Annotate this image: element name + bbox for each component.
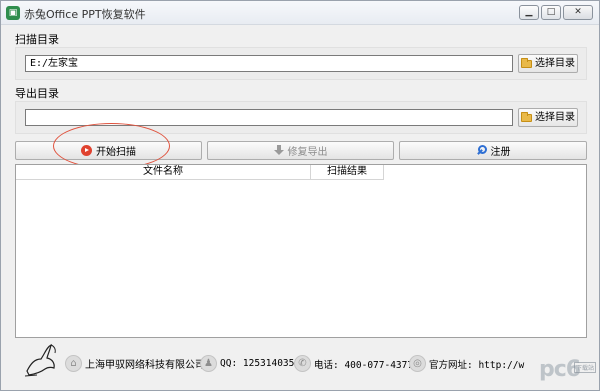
footer-phone: ✆ 电话: 400-077-4377 — [294, 355, 413, 372]
column-header-scan-result[interactable]: 扫描结果 — [311, 165, 384, 180]
building-icon: ⌂ — [65, 355, 82, 372]
scan-dir-browse-label: 选择目录 — [535, 58, 575, 69]
footer-company: ⌂ 上海甲驭网络科技有限公司 — [65, 355, 205, 372]
globe-icon: ◎ — [409, 355, 426, 372]
maximize-button[interactable]: □ — [541, 5, 561, 20]
company-name: 上海甲驭网络科技有限公司 — [85, 360, 205, 371]
export-dir-input[interactable] — [25, 109, 513, 126]
scan-dir-browse-button[interactable]: 选择目录 — [518, 54, 578, 73]
export-dir-browse-label: 选择目录 — [535, 112, 575, 123]
start-scan-label: 开始扫描 — [96, 147, 136, 158]
repair-export-button[interactable]: 修复导出 — [207, 141, 394, 160]
key-icon — [476, 145, 487, 156]
watermark-subtext: 下载站 — [574, 362, 597, 373]
window-title: 赤兔Office PPT恢复软件 — [24, 8, 146, 21]
play-icon — [81, 145, 92, 156]
phone-number: 电话: 400-077-4377 — [314, 359, 414, 371]
pc6-watermark: pc6 下载站 — [539, 357, 597, 387]
register-button[interactable]: 注册 — [399, 141, 587, 160]
scan-dir-input[interactable]: E:/左家宝 — [25, 55, 513, 72]
app-icon: ▣ — [6, 6, 20, 20]
footer-qq: ♟ QQ: 1253140355 — [200, 355, 300, 372]
folder-icon — [521, 57, 532, 68]
footer: ⌂ 上海甲驭网络科技有限公司 ♟ QQ: 1253140355 ✆ 电话: 40… — [1, 341, 599, 390]
title-bar[interactable]: ▣ 赤兔Office PPT恢复软件 ▁ □ ✕ — [1, 1, 599, 25]
scan-dir-label: 扫描目录 — [15, 33, 59, 46]
window-controls: ▁ □ ✕ — [519, 5, 593, 20]
close-button[interactable]: ✕ — [563, 5, 593, 20]
start-scan-button[interactable]: 开始扫描 — [15, 141, 202, 160]
file-list[interactable]: 文件名称 扫描结果 — [15, 164, 587, 338]
export-dir-label: 导出目录 — [15, 87, 59, 100]
rabbit-logo-icon — [24, 343, 56, 377]
qq-number: QQ: 1253140355 — [220, 358, 301, 369]
repair-export-label: 修复导出 — [287, 147, 328, 158]
app-window: ▣ 赤兔Office PPT恢复软件 ▁ □ ✕ 扫描目录 E:/左家宝 选择目… — [0, 0, 600, 391]
minimize-button[interactable]: ▁ — [519, 5, 539, 20]
footer-website: ◎ 官方网址: http://w — [409, 355, 524, 372]
export-dir-browse-button[interactable]: 选择目录 — [518, 108, 578, 127]
qq-icon: ♟ — [200, 355, 217, 372]
folder-icon — [521, 111, 532, 122]
website-url[interactable]: 官方网址: http://w — [429, 357, 524, 371]
file-list-header: 文件名称 扫描结果 — [16, 165, 384, 180]
download-arrow-icon — [273, 145, 284, 156]
column-header-filename[interactable]: 文件名称 — [16, 165, 311, 180]
register-label: 注册 — [490, 147, 511, 158]
phone-icon: ✆ — [294, 355, 311, 372]
